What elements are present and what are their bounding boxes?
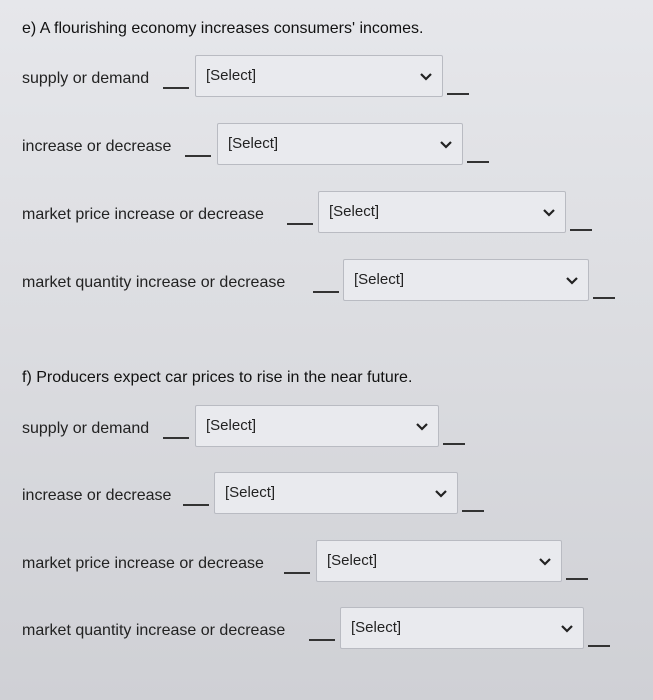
answer-blank-trailing — [570, 229, 592, 231]
answer-blank-trailing — [467, 161, 489, 163]
dropdown-value: [Select] — [228, 135, 279, 152]
answer-dropdown[interactable]: [Select] — [217, 123, 463, 165]
answer-dropdown[interactable]: [Select] — [316, 540, 562, 582]
answer-dropdown[interactable]: [Select] — [195, 405, 439, 447]
dropdown-value: [Select] — [206, 417, 257, 434]
question-e-row-market-quantity: market quantity increase or decrease [Se… — [0, 259, 653, 319]
question-e-row-increase-decrease: increase or decrease [Select] — [0, 123, 653, 183]
row-label: increase or decrease — [22, 487, 172, 504]
answer-blank — [309, 639, 335, 641]
answer-blank-trailing — [566, 578, 588, 580]
answer-blank — [284, 572, 310, 574]
dropdown-value: [Select] — [329, 203, 380, 220]
answer-blank — [163, 87, 189, 89]
dropdown-value: [Select] — [327, 552, 378, 569]
chevron-down-icon — [435, 490, 447, 498]
answer-blank — [287, 223, 313, 225]
row-label: supply or demand — [22, 420, 150, 437]
answer-dropdown[interactable]: [Select] — [340, 607, 584, 649]
row-label: market quantity increase or decrease — [22, 622, 286, 639]
answer-blank — [185, 155, 211, 157]
answer-dropdown[interactable]: [Select] — [195, 55, 443, 97]
answer-blank — [163, 437, 189, 439]
chevron-down-icon — [566, 277, 578, 285]
chevron-down-icon — [440, 141, 452, 149]
dropdown-value: [Select] — [351, 619, 402, 636]
row-label: market quantity increase or decrease — [22, 274, 286, 291]
dropdown-value: [Select] — [354, 271, 405, 288]
answer-dropdown[interactable]: [Select] — [318, 191, 566, 233]
question-f-heading: f) Producers expect car prices to rise i… — [22, 369, 413, 386]
answer-blank-trailing — [447, 93, 469, 95]
chevron-down-icon — [420, 73, 432, 81]
question-f-row-market-price: market price increase or decrease [Selec… — [0, 540, 653, 600]
row-label: increase or decrease — [22, 138, 172, 155]
question-e-heading: e) A flourishing economy increases consu… — [22, 20, 424, 37]
answer-blank-trailing — [462, 510, 484, 512]
row-label: market price increase or decrease — [22, 206, 264, 223]
chevron-down-icon — [561, 625, 573, 633]
chevron-down-icon — [543, 209, 555, 217]
dropdown-value: [Select] — [206, 67, 257, 84]
chevron-down-icon — [539, 558, 551, 566]
answer-dropdown[interactable]: [Select] — [214, 472, 458, 514]
question-e-row-market-price: market price increase or decrease [Selec… — [0, 191, 653, 251]
answer-dropdown[interactable]: [Select] — [343, 259, 589, 301]
answer-blank — [313, 291, 339, 293]
question-e-row-supply-demand: supply or demand [Select] — [0, 55, 653, 115]
dropdown-value: [Select] — [225, 484, 276, 501]
question-f-row-market-quantity: market quantity increase or decrease [Se… — [0, 607, 653, 667]
answer-blank-trailing — [588, 645, 610, 647]
row-label: supply or demand — [22, 70, 150, 87]
row-label: market price increase or decrease — [22, 555, 264, 572]
answer-blank — [183, 504, 209, 506]
question-f-row-increase-decrease: increase or decrease [Select] — [0, 472, 653, 532]
answer-blank-trailing — [593, 297, 615, 299]
answer-blank-trailing — [443, 443, 465, 445]
chevron-down-icon — [416, 423, 428, 431]
question-f-row-supply-demand: supply or demand [Select] — [0, 405, 653, 465]
